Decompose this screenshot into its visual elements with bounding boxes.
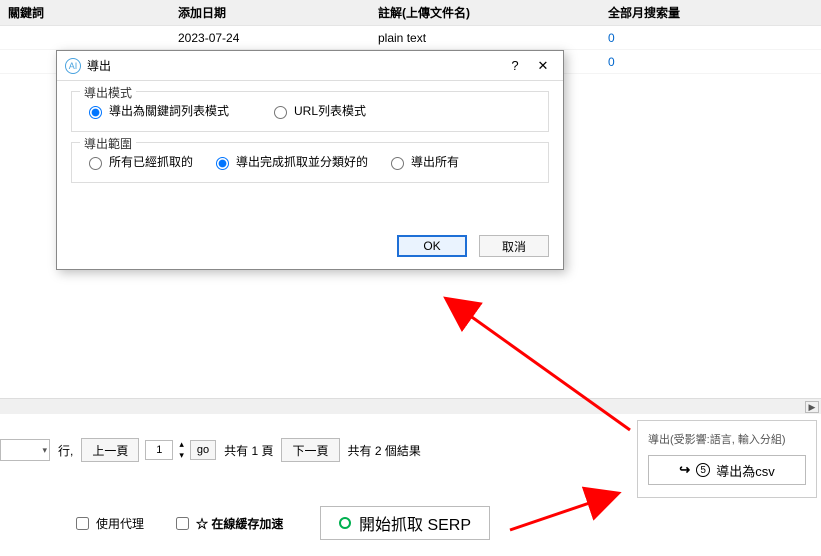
checkbox-icon[interactable] bbox=[176, 517, 189, 530]
radio-label: 所有已經抓取的 bbox=[109, 153, 193, 170]
radio-icon[interactable] bbox=[274, 106, 287, 119]
close-button[interactable]: ✕ bbox=[529, 55, 557, 77]
rows-per-page-select[interactable]: ▾ bbox=[0, 439, 50, 461]
dialog-body: 導出模式 導出為關鍵詞列表模式 URL列表模式 導出範圍 所有已經抓取的 bbox=[57, 81, 563, 227]
radio-icon[interactable] bbox=[391, 157, 404, 170]
next-page-button[interactable]: 下一頁 bbox=[281, 438, 339, 462]
cache-accel-label: ☆ 在線緩存加速 bbox=[196, 515, 283, 532]
scope-all-scraped-radio[interactable]: 所有已經抓取的 bbox=[84, 153, 193, 170]
export-mode-group: 導出模式 導出為關鍵詞列表模式 URL列表模式 bbox=[71, 91, 549, 132]
radio-icon[interactable] bbox=[89, 106, 102, 119]
page-number-input[interactable] bbox=[145, 440, 173, 460]
start-scrape-button[interactable]: 開始抓取 SERP bbox=[320, 506, 490, 540]
export-mode-legend: 導出模式 bbox=[80, 84, 136, 101]
export-dialog: AI 導出 ? ✕ 導出模式 導出為關鍵詞列表模式 URL列表模式 導出範圍 bbox=[56, 50, 564, 270]
mode-url-list-radio[interactable]: URL列表模式 bbox=[269, 102, 366, 119]
bottom-panel: ▾ 行, 上一頁 ▴▾ go 共有 1 頁 下一頁 共有 2 個結果 使用代理 … bbox=[0, 414, 821, 556]
cell-note: plain text bbox=[370, 26, 600, 50]
radio-label: 導出所有 bbox=[411, 153, 459, 170]
checkbox-icon[interactable] bbox=[76, 517, 89, 530]
start-scrape-label: 開始抓取 SERP bbox=[359, 511, 471, 535]
export-scope-group: 導出範圍 所有已經抓取的 導出完成抓取並分類好的 導出所有 bbox=[71, 142, 549, 183]
play-icon bbox=[339, 517, 351, 529]
prev-page-button[interactable]: 上一頁 bbox=[81, 438, 139, 462]
export-hint: 導出(受影響:語言, 輸入分組) bbox=[648, 431, 806, 447]
cell-volume[interactable]: 0 bbox=[600, 26, 821, 50]
scroll-right-arrow-icon[interactable]: ▶ bbox=[805, 401, 819, 413]
total-pages-label: 共有 1 頁 bbox=[224, 442, 273, 459]
horizontal-scrollbar[interactable]: ▶ bbox=[0, 398, 821, 414]
help-button[interactable]: ? bbox=[501, 55, 529, 77]
dialog-buttons: OK 取消 bbox=[57, 227, 563, 269]
cell-date: 2023-07-24 bbox=[170, 26, 370, 50]
app-icon: AI bbox=[65, 58, 81, 74]
step-badge: 5 bbox=[696, 463, 710, 477]
col-header-note[interactable]: 註解(上傳文件名) bbox=[370, 0, 600, 26]
radio-icon[interactable] bbox=[216, 157, 229, 170]
use-proxy-checkbox[interactable]: 使用代理 bbox=[72, 514, 144, 533]
col-header-date[interactable]: 添加日期 bbox=[170, 0, 370, 26]
export-csv-button[interactable]: ↪ 5 導出為csv bbox=[648, 455, 806, 485]
go-button[interactable]: go bbox=[190, 440, 216, 460]
table-row[interactable]: 2023-07-24 plain text 0 bbox=[0, 26, 821, 50]
ok-button[interactable]: OK bbox=[397, 235, 467, 257]
col-header-volume[interactable]: 全部月搜索量 bbox=[600, 0, 821, 26]
pager: ▾ 行, 上一頁 ▴▾ go 共有 1 頁 下一頁 共有 2 個結果 bbox=[0, 438, 423, 462]
dialog-titlebar[interactable]: AI 導出 ? ✕ bbox=[57, 51, 563, 81]
cancel-button[interactable]: 取消 bbox=[479, 235, 549, 257]
scope-classified-radio[interactable]: 導出完成抓取並分類好的 bbox=[211, 153, 368, 170]
stepper-icon[interactable]: ▴▾ bbox=[179, 439, 184, 461]
mode-keyword-list-radio[interactable]: 導出為關鍵詞列表模式 bbox=[84, 102, 229, 119]
cache-accel-checkbox[interactable]: ☆ 在線緩存加速 bbox=[172, 514, 283, 533]
radio-label: 導出完成抓取並分類好的 bbox=[236, 153, 368, 170]
dialog-title: 導出 bbox=[87, 57, 501, 74]
cell-volume[interactable]: 0 bbox=[600, 50, 821, 74]
scope-all-radio[interactable]: 導出所有 bbox=[386, 153, 459, 170]
radio-icon[interactable] bbox=[89, 157, 102, 170]
export-csv-label: 導出為csv bbox=[716, 461, 775, 480]
use-proxy-label: 使用代理 bbox=[96, 515, 144, 532]
options-row: 使用代理 ☆ 在線緩存加速 bbox=[72, 514, 283, 533]
radio-label: URL列表模式 bbox=[294, 102, 366, 119]
radio-label: 導出為關鍵詞列表模式 bbox=[109, 102, 229, 119]
rows-label: 行, bbox=[58, 442, 73, 459]
total-results-label: 共有 2 個結果 bbox=[348, 442, 421, 459]
share-icon: ↪ bbox=[679, 462, 690, 478]
export-scope-legend: 導出範圍 bbox=[80, 135, 136, 152]
chevron-down-icon: ▾ bbox=[42, 445, 47, 456]
col-header-keyword[interactable]: 關鍵詞 bbox=[0, 0, 170, 26]
cell-keyword bbox=[0, 26, 170, 50]
export-panel: 導出(受影響:語言, 輸入分組) ↪ 5 導出為csv bbox=[637, 420, 817, 498]
